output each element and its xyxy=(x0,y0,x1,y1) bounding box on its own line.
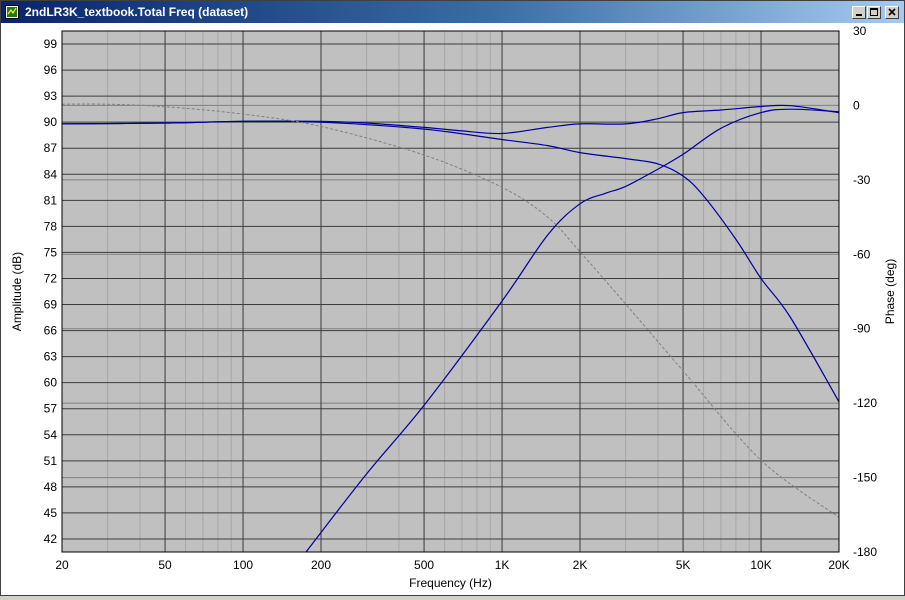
y2-tick-label: -30 xyxy=(853,173,871,187)
y2-tick-label: -180 xyxy=(853,545,877,559)
y-tick-label: 84 xyxy=(44,167,58,181)
y2-tick-label: -120 xyxy=(853,396,877,410)
y2-tick-label: -90 xyxy=(853,322,871,336)
y-tick-label: 78 xyxy=(44,219,58,233)
minimize-icon xyxy=(856,14,862,16)
chart-window: 2ndLR3K_textbook.Total Freq (dataset) 99… xyxy=(0,0,905,596)
y-tick-label: 87 xyxy=(44,141,58,155)
y-tick-label: 42 xyxy=(44,532,58,546)
y-tick-label: 69 xyxy=(44,298,58,312)
y-tick-label: 81 xyxy=(44,193,58,207)
y-tick-label: 57 xyxy=(44,402,58,416)
y-tick-label: 93 xyxy=(44,89,58,103)
maximize-button[interactable] xyxy=(867,6,881,19)
y-tick-label: 63 xyxy=(44,350,58,364)
y-tick-label: 54 xyxy=(44,428,58,442)
y-tick-label: 96 xyxy=(44,63,58,77)
app-chart-icon xyxy=(5,5,19,19)
x-tick-label: 20K xyxy=(828,558,849,572)
y-tick-label: 45 xyxy=(44,506,58,520)
y-tick-label: 48 xyxy=(44,480,58,494)
x-tick-label: 1K xyxy=(495,558,510,572)
x-tick-label: 10K xyxy=(750,558,771,572)
maximize-icon xyxy=(870,8,878,16)
y-tick-label: 60 xyxy=(44,376,58,390)
chart-area: 99 96 93 90 87 84 81 78 75 72 69 66 63 60 57 54 51 48 45 42… xyxy=(1,23,904,595)
x-tick-label: 20 xyxy=(55,558,69,572)
y-tick-label: 51 xyxy=(44,454,58,468)
plot-background xyxy=(62,31,839,552)
y2-tick-label: 30 xyxy=(853,24,867,38)
y-tick-label: 66 xyxy=(44,324,58,338)
x-tick-label: 500 xyxy=(414,558,434,572)
x-tick-label: 100 xyxy=(233,558,253,572)
frequency-response-chart: 99 96 93 90 87 84 81 78 75 72 69 66 63 60 57 54 51 48 45 42… xyxy=(10,24,897,590)
x-axis-label: Frequency (Hz) xyxy=(409,576,492,590)
close-icon xyxy=(888,8,896,16)
window-title: 2ndLR3K_textbook.Total Freq (dataset) xyxy=(25,5,249,19)
x-tick-label: 5K xyxy=(676,558,691,572)
y2-axis-label: Phase (deg) xyxy=(883,259,897,324)
y-tick-label: 90 xyxy=(44,115,58,129)
close-button[interactable] xyxy=(885,6,899,19)
y-tick-label: 99 xyxy=(44,37,58,51)
minimize-button[interactable] xyxy=(852,6,866,19)
x-tick-label: 2K xyxy=(573,558,588,572)
x-tick-label: 50 xyxy=(158,558,172,572)
y2-tick-label: -150 xyxy=(853,471,877,485)
y-tick-label: 75 xyxy=(44,245,58,259)
y2-tick-label: 0 xyxy=(853,98,860,112)
x-tick-label: 200 xyxy=(311,558,331,572)
title-bar[interactable]: 2ndLR3K_textbook.Total Freq (dataset) xyxy=(1,1,904,23)
y-axis-label: Amplitude (dB) xyxy=(10,252,24,331)
y-tick-label: 72 xyxy=(44,271,58,285)
y2-tick-label: -60 xyxy=(853,247,871,261)
